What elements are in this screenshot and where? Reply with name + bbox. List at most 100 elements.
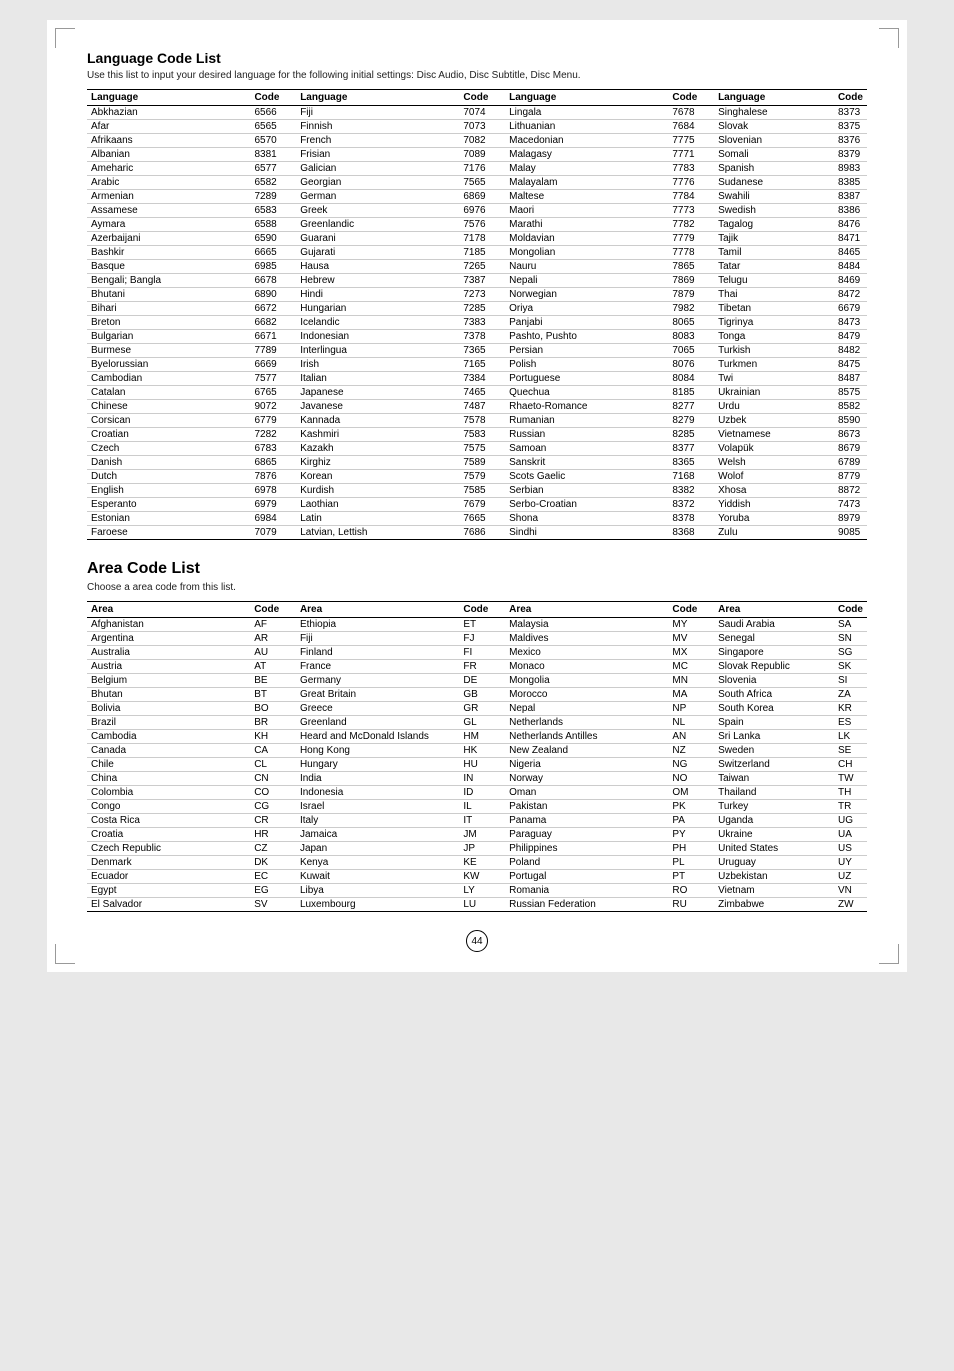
language-code: 6869 [459,190,505,204]
area-code: ID [459,786,505,800]
area-name: Israel [296,800,459,814]
language-code: 7365 [459,344,505,358]
area-code: PL [668,856,714,870]
table-row: EgyptEGLibyaLYRomaniaROVietnamVN [87,884,867,898]
area-name: Slovak Republic [714,660,834,674]
language-name: Albanian [87,148,250,162]
language-code: 7869 [668,274,714,288]
language-name: Basque [87,260,250,274]
area-code: MX [668,646,714,660]
table-row: Bengali; Bangla6678Hebrew7387Nepali7869T… [87,274,867,288]
area-name: Australia [87,646,250,660]
language-code: 7782 [668,218,714,232]
area-name: Portugal [505,870,668,884]
area-section-subtitle: Choose a area code from this list. [87,582,867,593]
area-name: Senegal [714,632,834,646]
table-row: ChileCLHungaryHUNigeriaNGSwitzerlandCH [87,758,867,772]
corner-mark-tl [55,28,75,48]
area-code: FJ [459,632,505,646]
language-code: 6765 [250,386,296,400]
language-name: Danish [87,456,250,470]
table-row: Byelorussian6669Irish7165Polish8076Turkm… [87,358,867,372]
language-name: Italian [296,372,459,386]
area-name: India [296,772,459,786]
language-name: Tonga [714,330,834,344]
table-row: Czech RepublicCZJapanJPPhilippinesPHUnit… [87,842,867,856]
area-code: MC [668,660,714,674]
area-name: Kenya [296,856,459,870]
table-row: El SalvadorSVLuxembourgLURussian Federat… [87,898,867,912]
area-code: KW [459,870,505,884]
corner-mark-br [879,944,899,964]
language-name: Greek [296,204,459,218]
language-code: 7487 [459,400,505,414]
language-code: 6583 [250,204,296,218]
language-code: 8473 [834,316,867,330]
area-code: FI [459,646,505,660]
language-name: Swahili [714,190,834,204]
area-name: Zimbabwe [714,898,834,912]
area-name: Philippines [505,842,668,856]
language-name: German [296,190,459,204]
language-code: 8475 [834,358,867,372]
area-name: Croatia [87,828,250,842]
language-code: 8472 [834,288,867,302]
language-name: Rumanian [505,414,668,428]
language-name: Chinese [87,400,250,414]
language-name: Frisian [296,148,459,162]
language-name: Interlingua [296,344,459,358]
area-code: GR [459,702,505,716]
area-name: Nigeria [505,758,668,772]
language-code: 6890 [250,288,296,302]
area-name: Egypt [87,884,250,898]
language-code: 7165 [459,358,505,372]
language-code: 8279 [668,414,714,428]
area-section-title: Area Code List [87,560,867,578]
area-code: HK [459,744,505,758]
table-row: Costa RicaCRItalyITPanamaPAUgandaUG [87,814,867,828]
area-code: ET [459,618,505,632]
language-code: 7089 [459,148,505,162]
language-section-subtitle: Use this list to input your desired lang… [87,70,867,81]
area-col-header-1: Area [87,602,250,618]
language-code: 6789 [834,456,867,470]
area-code: CN [250,772,296,786]
area-name: Mexico [505,646,668,660]
area-code: HR [250,828,296,842]
language-name: Maltese [505,190,668,204]
area-code: CH [834,758,867,772]
area-name: Turkey [714,800,834,814]
language-code: 7678 [668,106,714,120]
language-name: Tagalog [714,218,834,232]
language-code: 6566 [250,106,296,120]
language-code: 7789 [250,344,296,358]
area-name: Japan [296,842,459,856]
area-name: Switzerland [714,758,834,772]
table-row: CroatiaHRJamaicaJMParaguayPYUkraineUA [87,828,867,842]
language-name: Azerbaijani [87,232,250,246]
area-code: SG [834,646,867,660]
area-name: Fiji [296,632,459,646]
language-name: French [296,134,459,148]
language-name: Indonesian [296,330,459,344]
language-code: 7079 [250,526,296,540]
language-code: 7185 [459,246,505,260]
lang-col-header-3: Language [505,90,668,106]
table-row: Estonian6984Latin7665Shona8378Yoruba8979 [87,512,867,526]
area-name: Panama [505,814,668,828]
language-name: Hindi [296,288,459,302]
language-code: 6665 [250,246,296,260]
area-code: TW [834,772,867,786]
area-code: ES [834,716,867,730]
language-name: Hungarian [296,302,459,316]
language-code: 8469 [834,274,867,288]
area-name: Netherlands Antilles [505,730,668,744]
area-name: Jamaica [296,828,459,842]
area-code-col-header-3: Code [668,602,714,618]
language-code: 7265 [459,260,505,274]
table-row: Armenian7289German6869Maltese7784Swahili… [87,190,867,204]
area-code: EG [250,884,296,898]
language-code: 8375 [834,120,867,134]
area-name: Brazil [87,716,250,730]
language-code: 7879 [668,288,714,302]
